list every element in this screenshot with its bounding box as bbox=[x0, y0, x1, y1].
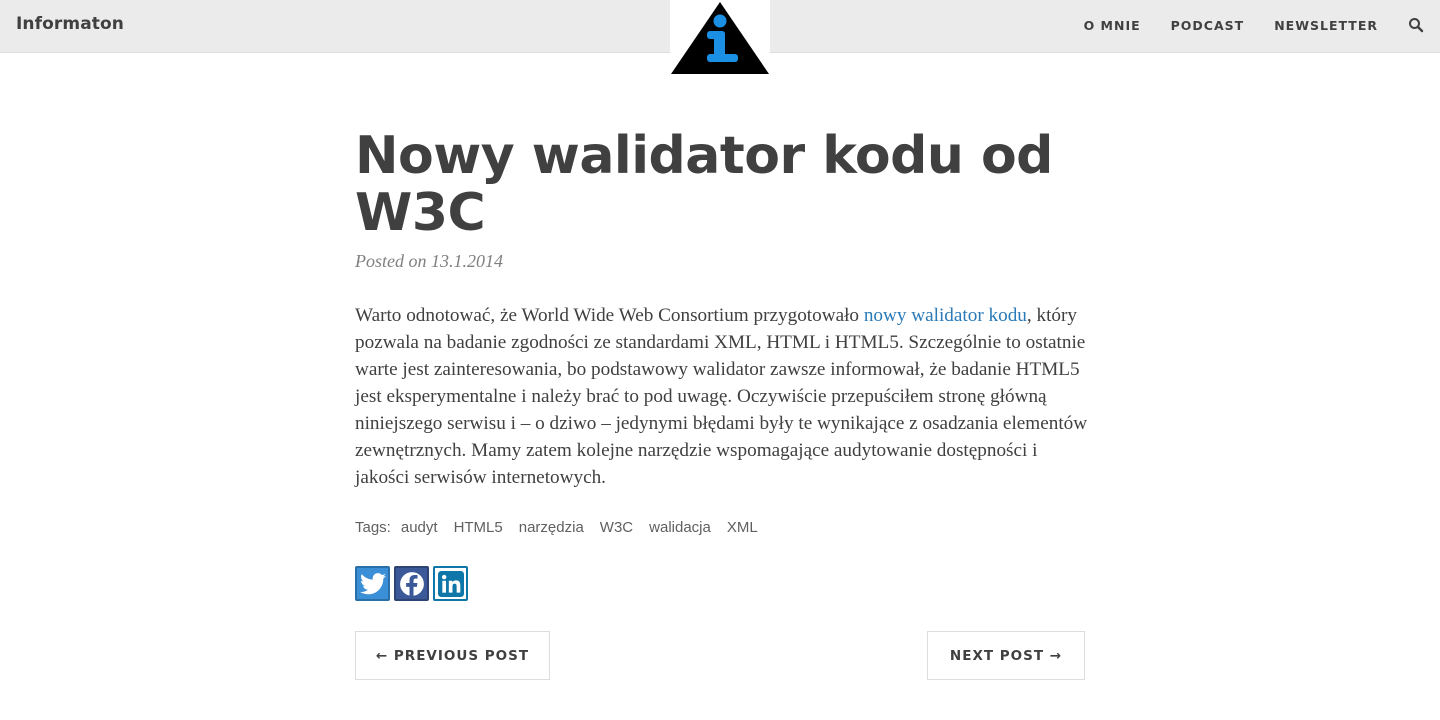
post-pager: ← PREVIOUS POST NEXT POST → bbox=[355, 631, 1085, 681]
logo[interactable] bbox=[670, 0, 770, 75]
share-buttons bbox=[355, 566, 1085, 601]
tag-link[interactable]: audyt bbox=[401, 519, 438, 536]
previous-post-button[interactable]: ← PREVIOUS POST bbox=[355, 631, 550, 680]
tags: Tags: audyt HTML5 narzędzia W3C walidacj… bbox=[355, 519, 1085, 536]
post-body-intro: Warto odnotować, że World Wide Web Conso… bbox=[355, 305, 864, 326]
post-body: Warto odnotować, że World Wide Web Conso… bbox=[355, 302, 1090, 491]
search-icon[interactable] bbox=[1408, 17, 1424, 33]
nav-link-newsletter[interactable]: NEWSLETTER bbox=[1274, 18, 1378, 33]
tags-label: Tags: bbox=[355, 519, 391, 536]
post-article: Nowy walidator kodu od W3C Posted on 13.… bbox=[355, 126, 1087, 681]
post-title: Nowy walidator kodu od W3C bbox=[355, 126, 1053, 243]
tag-link[interactable]: narzędzia bbox=[519, 519, 584, 536]
tag-link[interactable]: HTML5 bbox=[454, 519, 503, 536]
nav-link-o-mnie[interactable]: O MNIE bbox=[1084, 18, 1141, 33]
share-facebook-button[interactable] bbox=[394, 566, 429, 601]
post-meta: Posted on 13.1.2014 bbox=[355, 251, 503, 271]
tag-link[interactable]: XML bbox=[727, 519, 758, 536]
brand-link[interactable]: Informaton bbox=[16, 14, 124, 34]
tag-link[interactable]: W3C bbox=[600, 519, 633, 536]
nav-link-podcast[interactable]: PODCAST bbox=[1171, 18, 1245, 33]
twitter-icon bbox=[359, 572, 386, 594]
linkedin-icon bbox=[437, 570, 464, 597]
share-linkedin-button[interactable] bbox=[433, 566, 468, 601]
info-triangle-icon bbox=[671, 2, 769, 74]
share-twitter-button[interactable] bbox=[355, 566, 390, 601]
nav-links: O MNIE PODCAST NEWSLETTER bbox=[1054, 17, 1424, 33]
tag-link[interactable]: walidacja bbox=[649, 519, 711, 536]
validator-link[interactable]: nowy walidator kodu bbox=[864, 305, 1027, 326]
next-post-button[interactable]: NEXT POST → bbox=[927, 631, 1085, 680]
facebook-icon bbox=[399, 571, 424, 597]
post-body-rest: , który pozwala na badanie zgodności ze … bbox=[355, 305, 1088, 488]
